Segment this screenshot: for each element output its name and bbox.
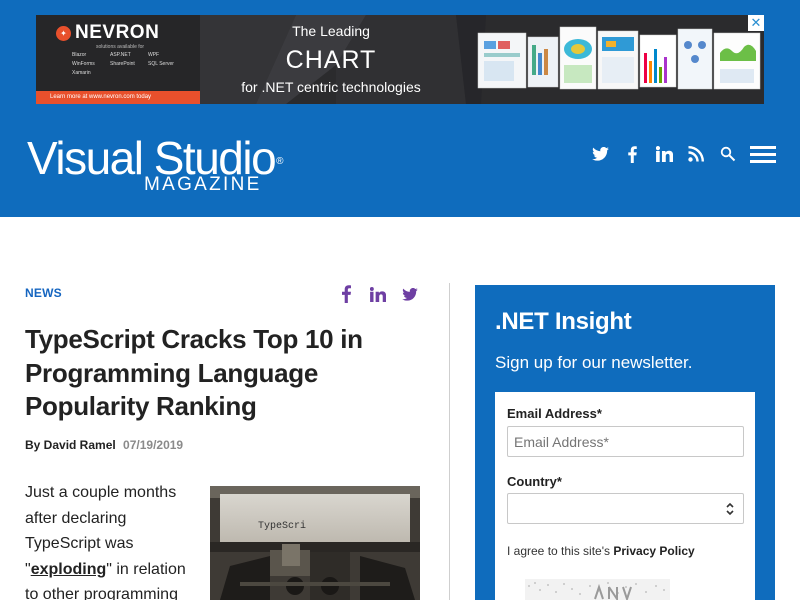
typewriter-illustration: TypeScri bbox=[210, 486, 420, 600]
nevron-logo: ✦ NEVRON bbox=[56, 22, 159, 44]
article-body: Just a couple months after declaring Typ… bbox=[25, 480, 197, 600]
ad-chart-screenshots bbox=[477, 26, 761, 90]
ad-logo-panel: ✦ NEVRON solutions available for Blazor … bbox=[36, 15, 200, 104]
article-share-bar bbox=[337, 284, 419, 304]
email-field[interactable] bbox=[507, 426, 744, 457]
ad-platform: Blazor bbox=[72, 52, 87, 58]
rss-icon[interactable] bbox=[686, 142, 706, 166]
ad-line-for: for .NET centric technologies bbox=[241, 79, 421, 95]
newsletter-title: .NET Insight bbox=[495, 308, 632, 335]
ad-platform: SQL Server bbox=[148, 61, 174, 67]
site-logo[interactable]: Visual Studio® MAGAZINE bbox=[27, 135, 284, 195]
article-author[interactable]: By David Ramel bbox=[25, 438, 116, 452]
newsletter-subtitle: Sign up for our newsletter. bbox=[495, 353, 693, 372]
ad-platform: SharePoint bbox=[110, 61, 135, 67]
site-header: ✦ NEVRON solutions available for Blazor … bbox=[0, 0, 800, 217]
column-divider bbox=[449, 283, 450, 600]
nevron-logo-text: NEVRON bbox=[75, 22, 160, 43]
ad-platform: WPF bbox=[148, 52, 160, 58]
ad-headline-block: The Leading CHART for .NET centric techn… bbox=[211, 15, 451, 104]
privacy-policy-link[interactable]: Privacy Policy bbox=[613, 544, 694, 558]
registered-mark: ® bbox=[276, 156, 283, 167]
privacy-agreement-text: I agree to this site's bbox=[507, 544, 614, 558]
country-select[interactable] bbox=[507, 493, 744, 524]
privacy-agreement: I agree to this site's Privacy Policy bbox=[507, 544, 695, 558]
ad-platform: WinForms bbox=[72, 61, 95, 67]
article-image: TypeScri bbox=[210, 486, 420, 600]
twitter-icon[interactable] bbox=[590, 142, 610, 166]
ad-line-leading: The Leading bbox=[292, 23, 370, 39]
facebook-share-icon[interactable] bbox=[337, 284, 355, 304]
facebook-icon[interactable] bbox=[622, 142, 642, 166]
linkedin-share-icon[interactable] bbox=[369, 284, 387, 304]
section-label[interactable]: NEWS bbox=[25, 286, 62, 300]
article-date: 07/19/2019 bbox=[123, 438, 184, 452]
article-headline: TypeScript Cracks Top 10 in Programming … bbox=[25, 324, 363, 421]
ad-line-chart: CHART bbox=[285, 46, 377, 74]
ad-platform-list: Blazor ASP.NET WPF WinForms SharePoint S… bbox=[72, 52, 192, 76]
linkedin-icon[interactable] bbox=[654, 142, 674, 166]
captcha-image bbox=[525, 579, 670, 600]
ad-close-icon[interactable]: ✕ bbox=[748, 15, 764, 31]
chevron-updown-icon bbox=[726, 502, 734, 516]
menu-icon[interactable] bbox=[750, 142, 776, 166]
article-byline: By David Ramel 07/19/2019 bbox=[25, 438, 183, 452]
twitter-share-icon[interactable] bbox=[401, 284, 419, 304]
site-logo-subtitle: MAGAZINE bbox=[144, 174, 262, 195]
ad-platform: Xamarin bbox=[72, 70, 91, 76]
ad-cta-link[interactable]: Learn more at www.nevron.com today bbox=[36, 91, 200, 104]
search-icon[interactable] bbox=[718, 142, 738, 166]
ad-small-tagline: solutions available for bbox=[96, 44, 145, 50]
ad-platform: ASP.NET bbox=[110, 52, 131, 58]
article-body-link[interactable]: exploding bbox=[31, 561, 107, 578]
image-typed-text: TypeScri bbox=[258, 520, 306, 532]
nevron-logo-icon: ✦ bbox=[56, 25, 71, 41]
newsletter-widget: .NET Insight Sign up for our newsletter.… bbox=[475, 285, 775, 600]
email-label: Email Address* bbox=[507, 406, 602, 421]
header-social-nav bbox=[590, 142, 776, 166]
country-label: Country* bbox=[507, 474, 562, 489]
newsletter-form: Email Address* Country* I agree to this … bbox=[495, 392, 755, 600]
advertisement-banner[interactable]: ✦ NEVRON solutions available for Blazor … bbox=[36, 15, 764, 104]
